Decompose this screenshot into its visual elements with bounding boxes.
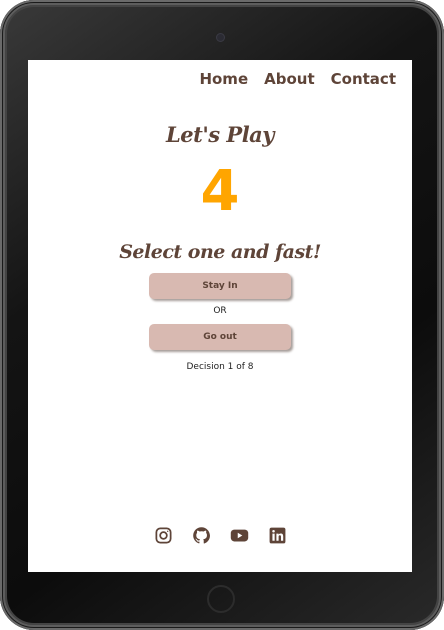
nav-contact-link[interactable]: Contact (331, 70, 396, 88)
github-icon[interactable] (192, 526, 211, 545)
instagram-icon[interactable] (154, 526, 173, 545)
decision-progress: Decision 1 of 8 (186, 362, 254, 372)
youtube-icon[interactable] (230, 526, 249, 545)
linkedin-icon[interactable] (268, 526, 287, 545)
stay-in-button[interactable]: Stay In (149, 273, 291, 299)
prompt-heading: Select one and fast! (119, 241, 321, 263)
nav-home-link[interactable]: Home (199, 70, 248, 88)
game-title: Let's Play (166, 122, 274, 147)
tablet-frame: Home About Contact Let's Play 4 Select o… (0, 0, 444, 630)
countdown-number: 4 (200, 159, 240, 224)
screen: Home About Contact Let's Play 4 Select o… (28, 60, 412, 572)
front-camera (217, 34, 224, 41)
home-hardware-button[interactable] (207, 585, 235, 613)
go-out-button[interactable]: Go out (149, 324, 291, 350)
nav-about-link[interactable]: About (264, 70, 315, 88)
social-links (28, 526, 412, 545)
or-separator: OR (213, 306, 227, 316)
top-nav: Home About Contact (199, 70, 396, 88)
